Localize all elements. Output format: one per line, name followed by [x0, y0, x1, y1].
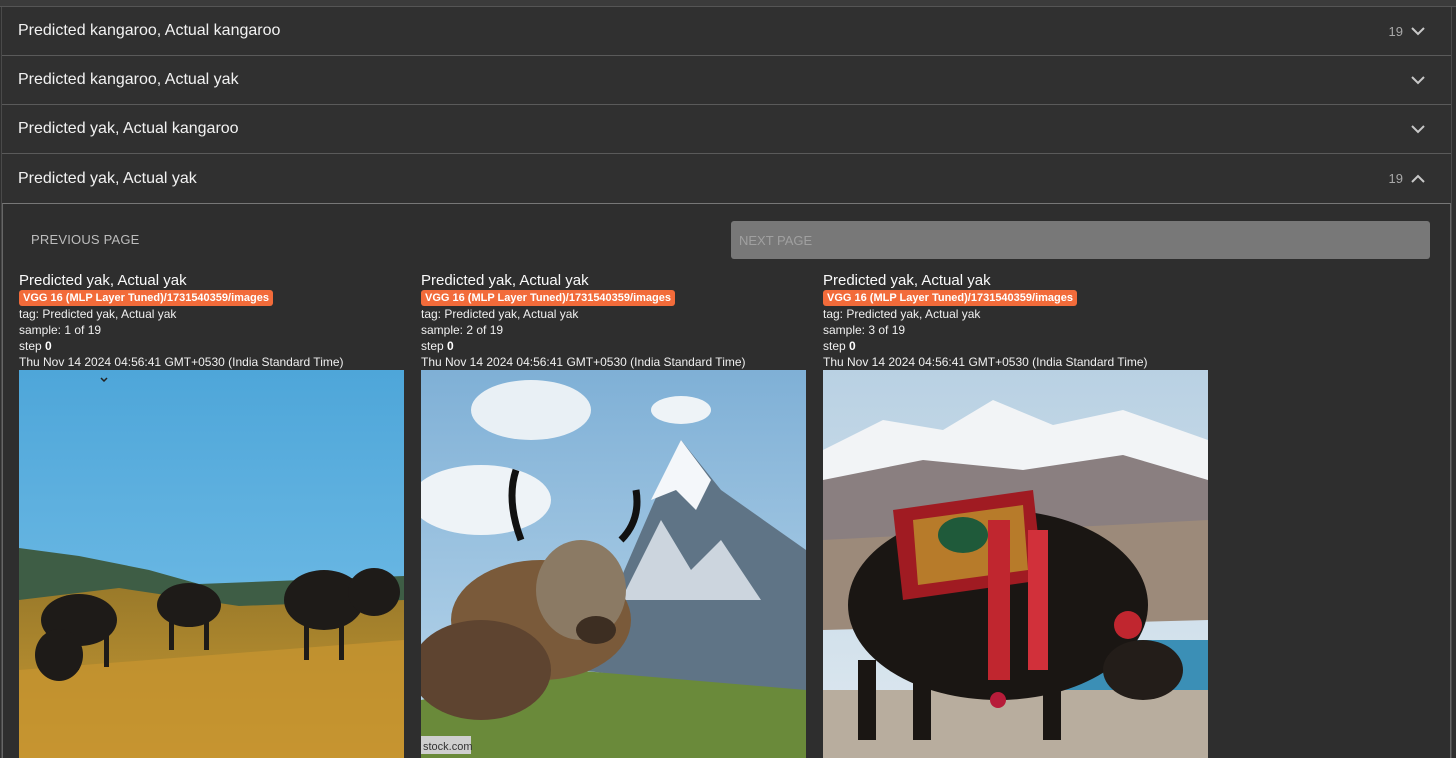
- chevron-down-icon[interactable]: [1409, 22, 1427, 40]
- accordion-title: Predicted yak, Actual kangaroo: [18, 120, 239, 137]
- accordion-header-yak-yak[interactable]: Predicted yak, Actual yak 19: [2, 154, 1451, 203]
- accordion-header-kangaroo-yak[interactable]: Predicted kangaroo, Actual yak: [2, 56, 1451, 105]
- sample-label: sample: 1 of 19: [19, 323, 102, 337]
- accordion-body-yak-yak: PREVIOUS PAGE NEXT PAGE Predicted yak, A…: [2, 203, 1451, 758]
- image-card: Predicted yak, Actual yak VGG 16 (MLP La…: [823, 272, 1208, 758]
- pager: PREVIOUS PAGE NEXT PAGE: [19, 221, 1430, 259]
- accordion-header-yak-kangaroo[interactable]: Predicted yak, Actual kangaroo: [2, 105, 1451, 154]
- sample-label: sample: 3 of 19: [823, 323, 906, 337]
- step-label: step: [421, 339, 444, 353]
- timestamp: Thu Nov 14 2024 04:56:41 GMT+0530 (India…: [823, 355, 1148, 369]
- sample-image[interactable]: [823, 370, 1208, 758]
- image-card-list: Predicted yak, Actual yak VGG 16 (MLP La…: [19, 272, 1225, 758]
- chevron-down-icon[interactable]: [1409, 71, 1427, 89]
- sample-label: sample: 2 of 19: [421, 323, 504, 337]
- timestamp: Thu Nov 14 2024 04:56:41 GMT+0530 (India…: [19, 355, 344, 369]
- accordion-title: Predicted kangaroo, Actual kangaroo: [18, 22, 281, 39]
- accordion-panel: Predicted kangaroo, Actual kangaroo 19 P…: [1, 7, 1452, 758]
- previous-page-button[interactable]: PREVIOUS PAGE: [19, 221, 152, 259]
- step-value: 0: [849, 339, 856, 353]
- run-badge: VGG 16 (MLP Layer Tuned)/1731540359/imag…: [823, 290, 1077, 306]
- image-card: Predicted yak, Actual yak VGG 16 (MLP La…: [19, 272, 404, 758]
- step-row: step 0: [823, 338, 1208, 354]
- step-label: step: [19, 339, 42, 353]
- accordion-title: Predicted kangaroo, Actual yak: [18, 71, 239, 88]
- step-label: step: [823, 339, 846, 353]
- yak-mountain-image: stock.com: [421, 370, 806, 758]
- accordion-title: Predicted yak, Actual yak: [18, 169, 197, 187]
- timestamp: Thu Nov 14 2024 04:56:41 GMT+0530 (India…: [421, 355, 746, 369]
- tag-label: tag: Predicted yak, Actual yak: [421, 307, 579, 321]
- card-title: Predicted yak, Actual yak: [19, 272, 187, 289]
- run-badge: VGG 16 (MLP Layer Tuned)/1731540359/imag…: [421, 290, 675, 306]
- step-row: step 0: [421, 338, 806, 354]
- sample-count: 19: [1388, 23, 1403, 39]
- step-row: step 0: [19, 338, 404, 354]
- top-strip: [0, 0, 1456, 7]
- run-badge: VGG 16 (MLP Layer Tuned)/1731540359/imag…: [19, 290, 273, 306]
- card-title: Predicted yak, Actual yak: [421, 272, 589, 289]
- image-watermark: stock.com: [423, 741, 473, 753]
- card-title: Predicted yak, Actual yak: [823, 272, 991, 289]
- sample-count: 19: [1388, 171, 1403, 186]
- sample-image[interactable]: stock.com: [421, 370, 806, 758]
- accordion-header-kangaroo-kangaroo[interactable]: Predicted kangaroo, Actual kangaroo 19: [2, 7, 1451, 56]
- next-page-button[interactable]: NEXT PAGE: [731, 221, 1430, 259]
- chevron-up-icon[interactable]: [1409, 170, 1427, 188]
- chevron-down-icon[interactable]: [1409, 120, 1427, 138]
- step-value: 0: [447, 339, 454, 353]
- tag-label: tag: Predicted yak, Actual yak: [823, 307, 981, 321]
- tag-label: tag: Predicted yak, Actual yak: [19, 307, 177, 321]
- image-card: Predicted yak, Actual yak VGG 16 (MLP La…: [421, 272, 806, 758]
- sample-image[interactable]: [19, 370, 404, 758]
- yak-herd-image: [19, 370, 404, 758]
- step-value: 0: [45, 339, 52, 353]
- decorated-yak-image: [823, 370, 1208, 758]
